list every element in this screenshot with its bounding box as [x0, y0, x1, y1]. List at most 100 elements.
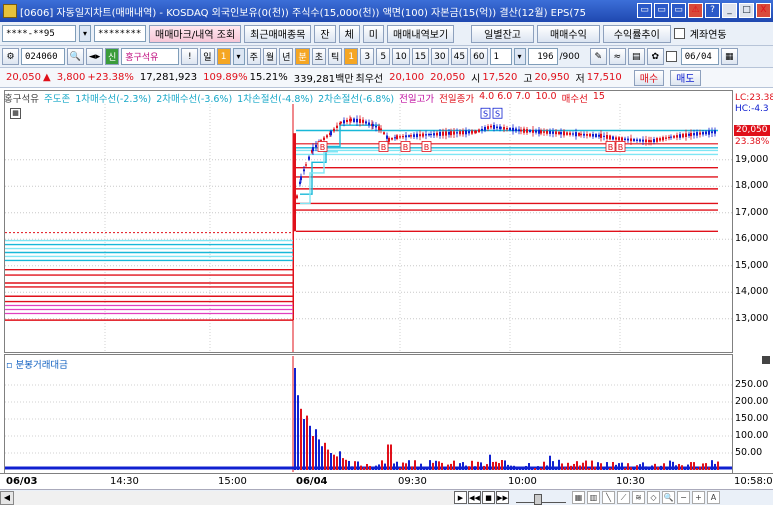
interval-5-button[interactable]: 5	[376, 48, 391, 65]
unexecuted-button[interactable]: 미	[362, 24, 384, 43]
interval-30-button[interactable]: 30	[431, 48, 449, 65]
price-axis-label: 15,000	[735, 259, 769, 271]
trade-history-button[interactable]: 매매내역보기	[386, 24, 455, 43]
period-minute-button[interactable]: 분	[295, 48, 310, 65]
volume-panel-title: ▫ 분봉거래대금	[6, 360, 68, 371]
balance-button[interactable]: 잔	[314, 24, 336, 43]
window-cascade-icon[interactable]: ▭	[654, 3, 669, 18]
candle-body	[609, 135, 611, 140]
gear-icon[interactable]: ✿	[646, 48, 664, 65]
volume-bar	[705, 463, 707, 470]
stock-search-icon[interactable]: 🔍	[67, 48, 84, 65]
period-day-button[interactable]: 일	[200, 48, 215, 65]
interval-select[interactable]: 1	[489, 48, 512, 65]
volume-bar	[297, 395, 299, 470]
volume-bar	[660, 465, 662, 470]
recent-stock-button[interactable]: 최근매매종목	[244, 24, 312, 43]
period-second-button[interactable]: 초	[311, 48, 326, 65]
price-chart[interactable]: S SB B B B B B	[0, 90, 773, 353]
volume-bar	[633, 467, 635, 470]
font-size-icon[interactable]: A	[707, 491, 720, 504]
volume-bar	[480, 462, 482, 470]
nav-last-icon[interactable]: ▶▶	[496, 491, 509, 504]
trade-mark-query-button[interactable]: 매매마크/내역 조회	[149, 24, 242, 43]
calendar-small-icon[interactable]: ▦	[10, 108, 21, 119]
close-icon[interactable]: X	[756, 3, 771, 18]
buy-button[interactable]: 매수	[633, 69, 665, 86]
zoom-in-icon[interactable]: +	[692, 491, 705, 504]
window-split-icon[interactable]: ▭	[671, 3, 686, 18]
date-checkbox[interactable]	[665, 51, 677, 62]
interval-dropdown-icon[interactable]: ▾	[513, 48, 526, 65]
volume-bar	[450, 463, 452, 470]
stock-name-field[interactable]: 홍구석유	[121, 48, 180, 65]
trade-profit-button[interactable]: 매매수익	[536, 24, 600, 43]
zoom-out-icon[interactable]: −	[677, 491, 690, 504]
period-week-button[interactable]: 주	[246, 48, 261, 65]
nav-first-icon[interactable]: ◀◀	[468, 491, 481, 504]
lc-label: LC:23.38	[735, 93, 773, 103]
volume-bar	[312, 436, 314, 470]
alert-button[interactable]: !	[181, 48, 199, 65]
indicator-icon[interactable]: ✎	[589, 48, 607, 65]
period-month-button[interactable]: 월	[262, 48, 278, 65]
interval-10-button[interactable]: 10	[392, 48, 410, 65]
candle-body	[496, 126, 498, 129]
candle-body	[481, 128, 483, 131]
calendar-icon[interactable]: ▦	[720, 48, 738, 65]
bottom-toolbar: ◀ ▶ ◀◀ ■ ▶▶ ▦ ▥ ╲ ⟋ ≋ ◇ 🔍 − + A	[0, 489, 773, 505]
date-input[interactable]: 06/04	[680, 48, 719, 65]
candle-body	[413, 134, 415, 137]
zoom-slider[interactable]	[516, 493, 566, 505]
executed-button[interactable]: 체	[338, 24, 360, 43]
period-tick-button[interactable]: 틱	[327, 48, 343, 65]
draw-shape-icon[interactable]: ◇	[647, 491, 660, 504]
chart-settings-icon[interactable]: ⚙	[2, 48, 19, 65]
legend-sl2: 2차손절선(-6.8%)	[318, 94, 395, 105]
volume-bar	[375, 465, 377, 470]
volume-bar	[543, 461, 545, 470]
warning-icon[interactable]: ⚠	[688, 3, 703, 18]
magnify-icon[interactable]: 🔍	[662, 491, 675, 504]
volume-bar	[390, 444, 392, 470]
account-link-checkbox[interactable]	[673, 28, 685, 39]
window-tile-icon[interactable]: ▭	[637, 3, 652, 18]
password-field[interactable]: ********	[94, 25, 146, 42]
account-dropdown-icon[interactable]: ▾	[79, 25, 91, 42]
draw-fib-icon[interactable]: ≋	[632, 491, 645, 504]
interval-15-button[interactable]: 15	[411, 48, 430, 65]
daily-balance-button[interactable]: 일별잔고	[471, 24, 534, 43]
volume-chart[interactable]	[0, 354, 773, 474]
nav-play-icon[interactable]: ▶	[454, 491, 467, 504]
period-day-count[interactable]: 1	[216, 48, 231, 65]
period-year-button[interactable]: 년	[279, 48, 294, 65]
maximize-icon[interactable]: □	[739, 3, 754, 18]
view-split-icon[interactable]: ▥	[587, 491, 600, 504]
interval-1-button[interactable]: 1	[344, 48, 359, 65]
sell-button[interactable]: 매도	[670, 69, 701, 86]
draw-trend-icon[interactable]: ⟋	[617, 491, 630, 504]
return-trend-button[interactable]: 수익률추이	[602, 24, 671, 43]
account-number-field[interactable]: ****-**95	[2, 25, 76, 42]
scroll-left-icon[interactable]: ◀	[0, 490, 14, 505]
interval-60-button[interactable]: 60	[470, 48, 488, 65]
period-dropdown-icon[interactable]: ▾	[232, 48, 245, 65]
volume-bar	[441, 462, 443, 470]
interval-3-button[interactable]: 3	[360, 48, 375, 65]
buy-marker-label: B	[403, 143, 409, 152]
draw-icon[interactable]: ≈	[608, 48, 626, 65]
volume-axis-label: 250.00	[735, 379, 769, 390]
view-grid-icon[interactable]: ▦	[572, 491, 585, 504]
speaker-icon[interactable]: ◄▸	[86, 48, 103, 65]
save-icon[interactable]: ▤	[627, 48, 645, 65]
stock-code-input[interactable]: 024060	[21, 48, 65, 65]
bar-count-input[interactable]: 196	[527, 48, 558, 65]
interval-45-button[interactable]: 45	[450, 48, 469, 65]
draw-line-icon[interactable]: ╲	[602, 491, 615, 504]
help-icon[interactable]: ?	[705, 3, 720, 18]
nav-stop-icon[interactable]: ■	[482, 491, 495, 504]
candle-body	[484, 126, 486, 131]
horizontal-scrollbar[interactable]	[14, 490, 454, 505]
minimize-icon[interactable]: _	[722, 3, 737, 18]
volume-collapse-icon[interactable]	[762, 356, 770, 364]
